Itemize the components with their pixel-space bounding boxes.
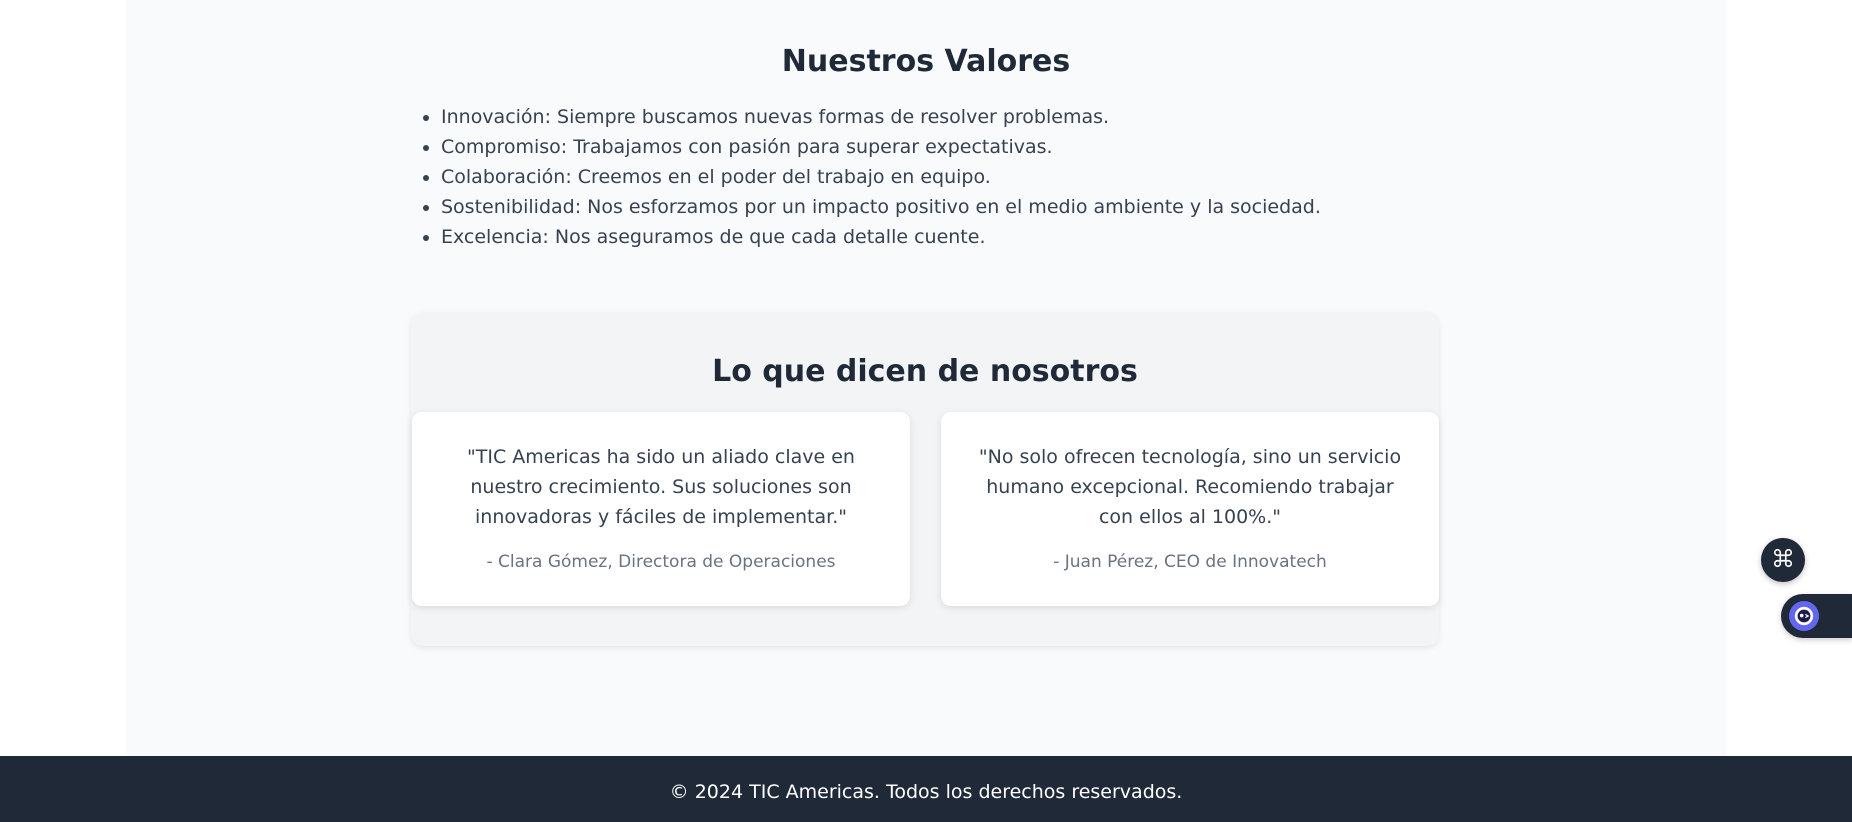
testimonial-quote: "No solo ofrecen tecnología, sino un ser… <box>978 446 1402 528</box>
value-item-compromiso: Compromiso: Trabajamos con pasión para s… <box>441 132 1321 162</box>
command-menu-button[interactable] <box>1761 538 1805 582</box>
command-icon <box>1772 547 1794 573</box>
assistant-icon <box>1789 601 1819 631</box>
value-item-colaboracion: Colaboración: Creemos en el poder del tr… <box>441 162 1321 192</box>
value-item-excelencia: Excelencia: Nos aseguramos de que cada d… <box>441 222 1321 252</box>
testimonial-card: "TIC Americas ha sido un aliado clave en… <box>412 412 910 606</box>
testimonial-quote: "TIC Americas ha sido un aliado clave en… <box>467 446 855 528</box>
assistant-launcher[interactable] <box>1781 594 1852 638</box>
values-list: Innovación: Siempre buscamos nuevas form… <box>411 102 1321 252</box>
testimonial-author: - Clara Gómez, Directora de Operaciones <box>486 552 836 572</box>
footer: © 2024 TIC Americas. Todos los derechos … <box>0 756 1852 822</box>
testimonial-card: "No solo ofrecen tecnología, sino un ser… <box>941 412 1439 606</box>
main-content: Nuestros Valores Innovación: Siempre bus… <box>126 0 1726 756</box>
footer-copyright: © 2024 TIC Americas. Todos los derechos … <box>669 781 1183 803</box>
page: Nuestros Valores Innovación: Siempre bus… <box>0 0 1852 822</box>
value-item-innovacion: Innovación: Siempre buscamos nuevas form… <box>441 102 1321 132</box>
value-item-sostenibilidad: Sostenibilidad: Nos esforzamos por un im… <box>441 192 1321 222</box>
testimonials-title: Lo que dicen de nosotros <box>712 354 1138 389</box>
values-title: Nuestros Valores <box>781 44 1071 79</box>
testimonial-author: - Juan Pérez, CEO de Innovatech <box>1053 552 1327 572</box>
